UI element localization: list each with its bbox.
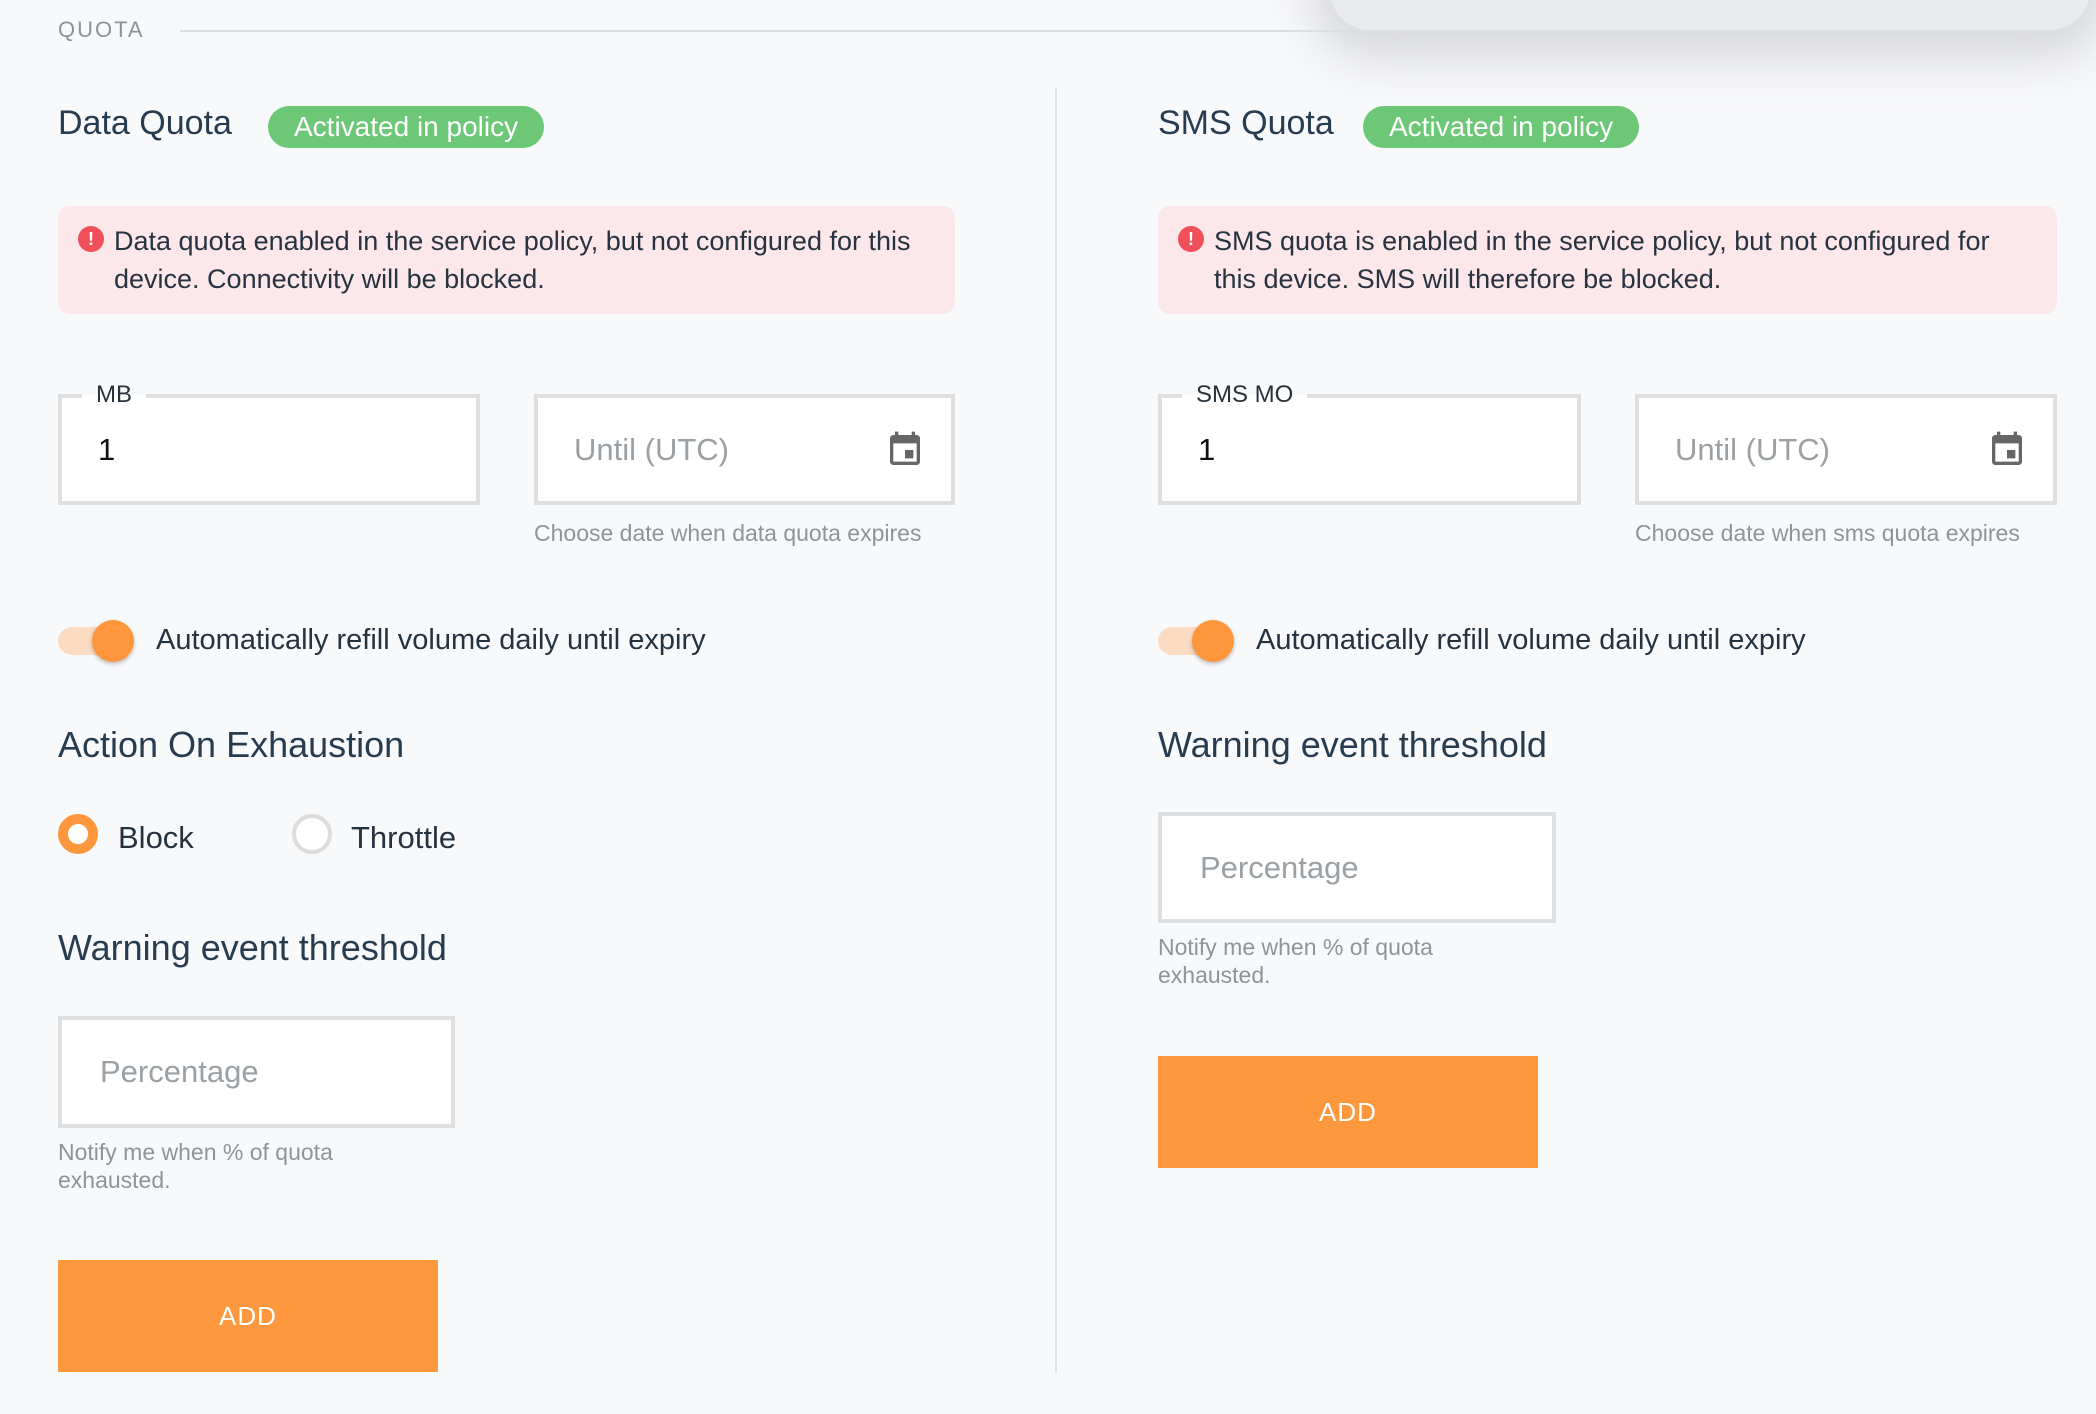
data-quota-title: Data Quota [58, 104, 232, 142]
toggle-knob [1192, 620, 1234, 662]
auto-refill-toggle[interactable] [1158, 617, 1234, 665]
percentage-helper: Notify me when % of quota exhausted. [1158, 933, 1433, 989]
section-divider [180, 30, 2057, 32]
auto-refill-label: Automatically refill volume daily until … [156, 624, 706, 656]
mb-input[interactable] [62, 398, 476, 501]
percentage-helper-line2: exhausted. [58, 1167, 171, 1193]
sms-quota-title: SMS Quota [1158, 104, 1334, 142]
add-button[interactable]: ADD [1158, 1056, 1538, 1168]
action-on-exhaustion-heading: Action On Exhaustion [58, 724, 405, 765]
warning-alert: ! Data quota enabled in the service poli… [58, 206, 955, 314]
radio-block[interactable] [58, 814, 98, 854]
percentage-field[interactable] [1158, 812, 1556, 923]
sms-mo-input[interactable] [1162, 398, 1577, 501]
auto-refill-label: Automatically refill volume daily until … [1256, 624, 1806, 656]
warning-threshold-heading: Warning event threshold [58, 927, 447, 968]
until-date-helper: Choose date when data quota expires [534, 520, 922, 546]
percentage-helper-line1: Notify me when % of quota [58, 1139, 333, 1165]
percentage-field[interactable] [58, 1016, 455, 1128]
radio-throttle-label[interactable]: Throttle [351, 818, 456, 858]
overlay-shadow [1330, 0, 2090, 30]
until-date-field[interactable] [534, 394, 955, 505]
percentage-input[interactable] [1162, 816, 1552, 919]
radio-throttle[interactable] [292, 814, 332, 854]
until-date-field[interactable] [1635, 394, 2057, 505]
status-badge: Activated in policy [1363, 106, 1640, 148]
percentage-helper-line2: exhausted. [1158, 962, 1271, 988]
calendar-icon[interactable] [885, 429, 925, 471]
auto-refill-toggle[interactable] [58, 617, 134, 665]
column-divider [1055, 88, 1057, 1372]
alert-text: Data quota enabled in the service policy… [114, 226, 911, 294]
radio-block-label[interactable]: Block [118, 818, 194, 858]
percentage-input[interactable] [62, 1020, 451, 1124]
percentage-helper: Notify me when % of quota exhausted. [58, 1138, 333, 1194]
add-button[interactable]: ADD [58, 1260, 438, 1372]
calendar-icon[interactable] [1987, 429, 2027, 471]
percentage-helper-line1: Notify me when % of quota [1158, 934, 1433, 960]
alert-text: SMS quota is enabled in the service poli… [1214, 226, 1990, 294]
status-badge: Activated in policy [268, 106, 545, 148]
exclamation-icon: ! [1178, 226, 1204, 252]
toggle-knob [92, 620, 134, 662]
section-label: QUOTA [58, 17, 145, 42]
sms-mo-field[interactable]: SMS MO [1158, 380, 1581, 505]
mb-field[interactable]: MB [58, 380, 480, 505]
until-date-helper: Choose date when sms quota expires [1635, 520, 2020, 546]
warning-alert: ! SMS quota is enabled in the service po… [1158, 206, 2057, 314]
warning-threshold-heading: Warning event threshold [1158, 724, 1547, 765]
exclamation-icon: ! [78, 226, 104, 252]
